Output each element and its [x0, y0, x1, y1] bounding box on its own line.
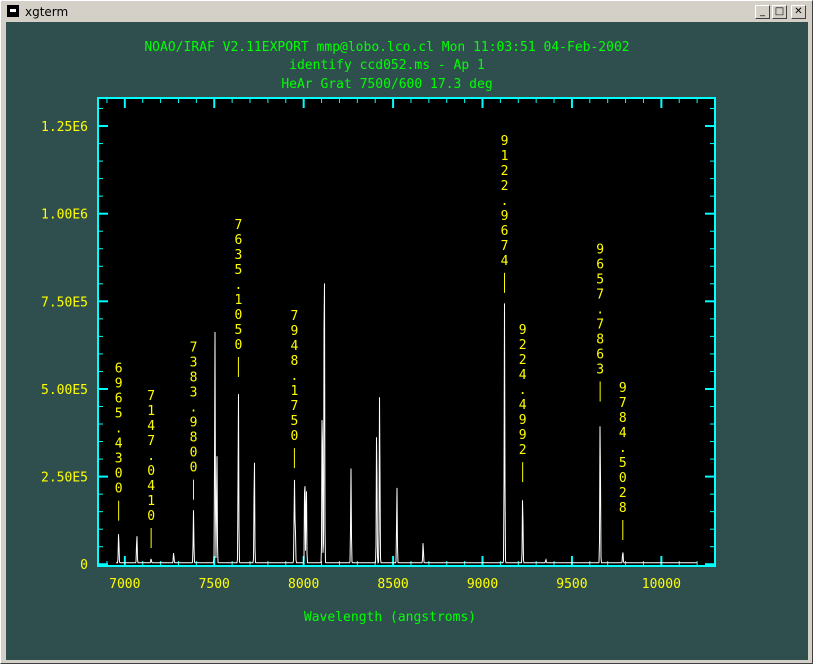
line-id-label: 7635.1050	[234, 218, 242, 353]
title-bar[interactable]: xgterm _ □ ✕	[3, 3, 810, 21]
maximize-button[interactable]: □	[772, 5, 787, 19]
x-tick-label: 8500	[377, 577, 408, 592]
spectrum-plot: NOAO/IRAF V2.11EXPORT mmp@lobo.lco.cl Mo…	[41, 40, 716, 625]
x-tick-label: 7000	[109, 577, 140, 592]
y-tick-label: 1.00E6	[41, 208, 88, 223]
graphics-canvas[interactable]: NOAO/IRAF V2.11EXPORT mmp@lobo.lco.cl Mo…	[6, 22, 808, 660]
xgterm-window: xgterm _ □ ✕ NOAO/IRAF V2.11EXPORT mmp@l…	[0, 0, 813, 664]
line-id-label: 9657.7863	[596, 243, 604, 378]
minimize-button[interactable]: _	[755, 5, 770, 19]
terminal-icon	[7, 5, 19, 17]
y-tick-label: 1.25E6	[41, 120, 88, 135]
line-id-label: 7948.1750	[290, 309, 298, 444]
header-line-3: HeAr Grat 7500/600 17.3 deg	[281, 77, 492, 92]
line-id-label: 7383.9800	[190, 341, 198, 476]
y-tick-label: 5.00E5	[41, 383, 88, 398]
line-id-label: 9122.9674	[501, 134, 509, 269]
line-id-label: 9784.5028	[619, 381, 627, 516]
x-tick-label: 10000	[642, 577, 681, 592]
close-button[interactable]: ✕	[791, 5, 806, 19]
window-title: xgterm	[25, 5, 69, 19]
line-id-label: 9224.4992	[519, 323, 527, 458]
header-line-2: identify ccd052.ms - Ap 1	[289, 58, 485, 73]
line-id-label: 6965.4300	[115, 362, 123, 497]
x-axis-label: Wavelength (angstroms)	[304, 610, 476, 625]
x-tick-label: 7500	[199, 577, 230, 592]
y-tick-labels: 0 2.50E5 5.00E5 7.50E5 1.00E6 1.25E6	[41, 120, 88, 573]
header-line-1: NOAO/IRAF V2.11EXPORT mmp@lobo.lco.cl Mo…	[144, 40, 629, 55]
y-tick-label: 2.50E5	[41, 471, 88, 486]
x-tick-label: 8000	[288, 577, 319, 592]
x-tick-label: 9000	[467, 577, 498, 592]
x-tick-label: 9500	[556, 577, 587, 592]
y-tick-label: 7.50E5	[41, 295, 88, 310]
line-id-label: 7147.0410	[147, 389, 155, 524]
x-tick-labels: 7000 7500 8000 8500 9000 9500 10000	[109, 577, 681, 592]
y-tick-label: 0	[80, 558, 88, 573]
